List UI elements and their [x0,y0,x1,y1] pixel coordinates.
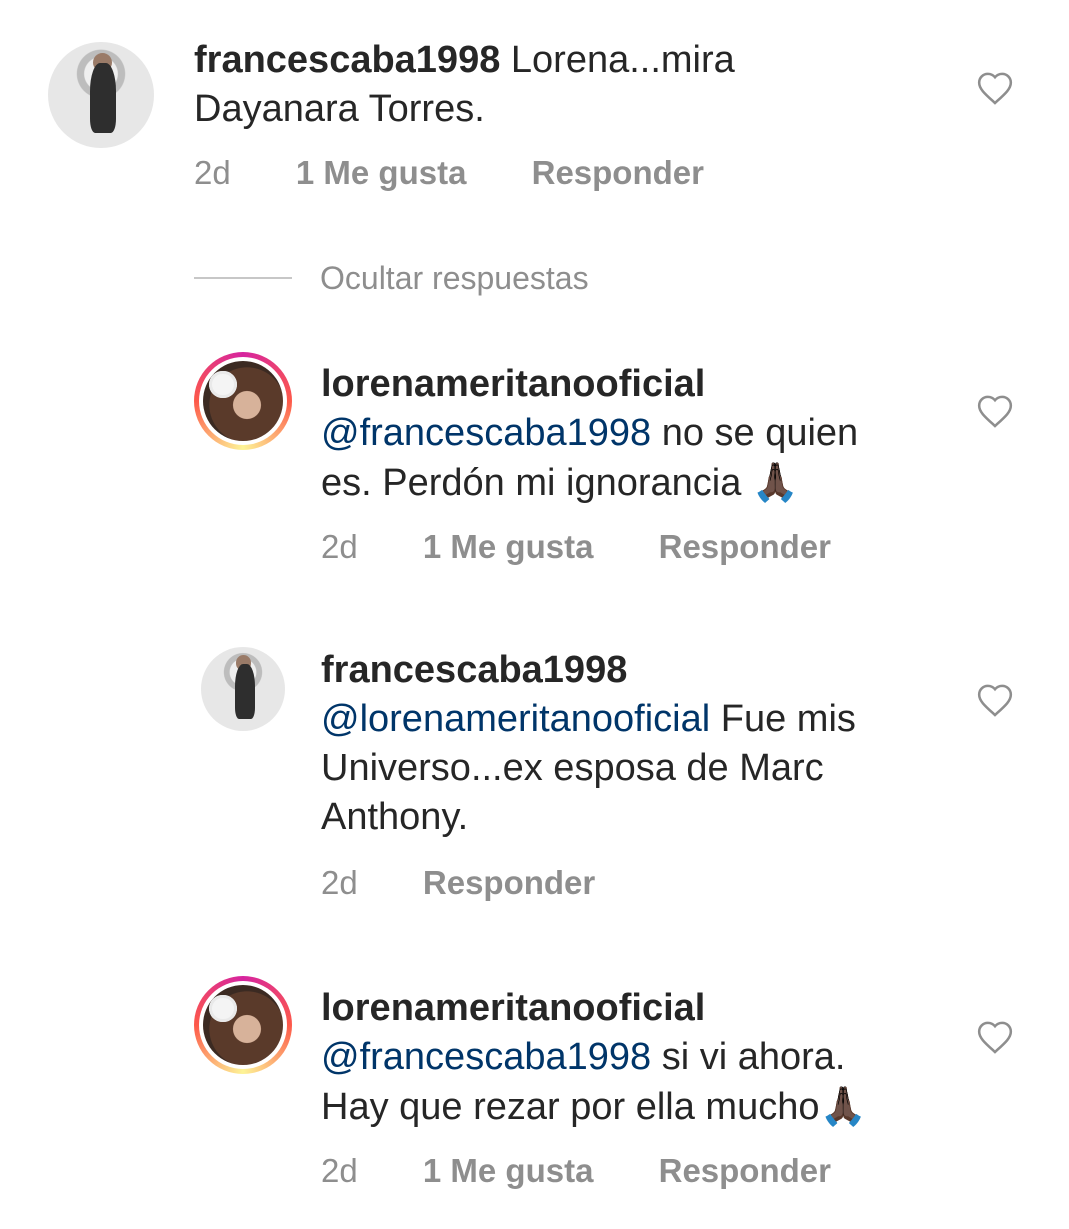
comment-body: lorenameritanooficial @francescaba1998 s… [321,984,961,1132]
comment-meta: 2d 1 Me gusta Responder [321,528,887,566]
comment-likes[interactable]: 1 Me gusta [296,154,467,191]
comment-text-line2: es. Perdón mi ignorancia [321,462,742,504]
hide-replies-label[interactable]: Ocultar respuestas [320,260,589,297]
comment-body: lorenameritanooficial @francescaba1998 n… [321,360,941,508]
comment-body: francescaba1998 Lorena...mira Dayanara T… [194,36,954,134]
comment-likes[interactable]: 1 Me gusta [423,528,594,565]
pray-emoji: 🙏🏿 [819,1084,867,1128]
comments-thread: francescaba1998 Lorena...mira Dayanara T… [0,0,1069,1229]
comment-time: 2d [321,528,358,565]
comment-time: 2d [194,154,231,191]
heart-outline-icon[interactable] [976,393,1014,429]
comment-username[interactable]: francescaba1998 [194,39,500,81]
comment-text-line2: Universo...ex esposa de Marc [321,747,824,789]
avatar[interactable] [194,976,292,1074]
mention-link[interactable]: @francescaba1998 [321,412,651,454]
reply-button[interactable]: Responder [423,864,595,901]
mention-link[interactable]: @francescaba1998 [321,1036,651,1078]
heart-outline-icon[interactable] [976,1019,1014,1055]
heart-outline-icon[interactable] [976,682,1014,718]
comment-text-line2: Dayanara Torres. [194,88,485,130]
comment-username[interactable]: lorenameritanooficial [321,363,705,405]
comment-text: no se quien [661,412,859,454]
comment-text: si vi ahora. [661,1036,846,1078]
comment-meta: 2d 1 Me gusta Responder [321,1152,887,1190]
comment-username[interactable]: francescaba1998 [321,649,627,691]
mention-link[interactable]: @lorenameritanooficial [321,698,710,740]
comment-username[interactable]: lorenameritanooficial [321,987,705,1029]
comment-text-line3: Anthony. [321,796,469,838]
hide-replies-toggle[interactable]: Ocultar respuestas [194,258,589,298]
comment-time: 2d [321,1152,358,1189]
comment-text-line2: Hay que rezar por ella mucho [321,1086,820,1128]
comment-time: 2d [321,864,358,901]
heart-outline-icon[interactable] [976,70,1014,106]
avatar[interactable] [194,352,292,450]
reply-button[interactable]: Responder [659,528,831,565]
comment-text: Fue mis [720,698,856,740]
comment-text: Lorena...mira [510,39,735,81]
comment-likes[interactable]: 1 Me gusta [423,1152,594,1189]
avatar[interactable] [48,42,154,148]
comment-body: francescaba1998 @lorenameritanooficial F… [321,646,941,842]
reply-button[interactable]: Responder [532,154,704,191]
comment-meta: 2d Responder [321,864,651,902]
reply-button[interactable]: Responder [659,1152,831,1189]
comment-meta: 2d 1 Me gusta Responder [194,154,760,192]
divider [194,277,292,279]
avatar[interactable] [201,647,285,731]
pray-emoji: 🙏🏿 [751,460,800,504]
